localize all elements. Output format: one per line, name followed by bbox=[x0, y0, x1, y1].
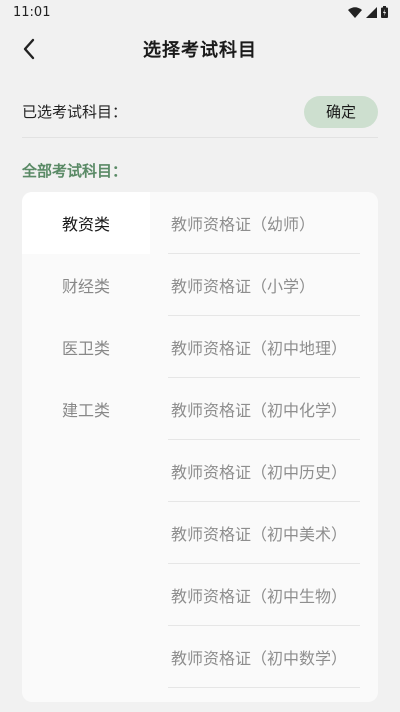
category-item-medical[interactable]: 医卫类 bbox=[22, 316, 150, 378]
selected-subjects-row: 已选考试科目： 确定 bbox=[22, 86, 378, 138]
all-subjects-label: 全部考试科目： bbox=[22, 162, 128, 180]
subject-item[interactable]: 教师资格证（初中生物） bbox=[168, 564, 360, 626]
subject-item[interactable]: 教师资格证（幼师） bbox=[168, 192, 360, 254]
selected-subjects-label: 已选考试科目： bbox=[22, 103, 128, 121]
category-item-finance[interactable]: 财经类 bbox=[22, 254, 150, 316]
subject-item[interactable]: 教师资格证（初中化学） bbox=[168, 378, 360, 440]
status-icons bbox=[348, 6, 388, 18]
subject-item[interactable]: 教师资格证（初中地理） bbox=[168, 316, 360, 378]
back-arrow-icon bbox=[23, 38, 35, 60]
subject-list: 教师资格证（幼师） 教师资格证（小学） 教师资格证（初中地理） 教师资格证（初中… bbox=[168, 192, 360, 688]
subject-item[interactable]: 教师资格证（初中美术） bbox=[168, 502, 360, 564]
category-item-construction[interactable]: 建工类 bbox=[22, 378, 150, 440]
app-bar: 选择考试科目 bbox=[0, 24, 400, 74]
status-time: 11:01 bbox=[13, 4, 51, 20]
wifi-icon bbox=[348, 6, 362, 18]
status-bar: 11:01 bbox=[0, 0, 400, 24]
subject-panel: 教资类 财经类 医卫类 建工类 教师资格证（幼师） 教师资格证（小学） 教师资格… bbox=[22, 192, 378, 702]
category-item-teaching[interactable]: 教资类 bbox=[22, 192, 150, 254]
back-button[interactable] bbox=[14, 34, 44, 64]
subject-item[interactable]: 教师资格证（小学） bbox=[168, 254, 360, 316]
subject-item[interactable]: 教师资格证（初中历史） bbox=[168, 440, 360, 502]
confirm-button[interactable]: 确定 bbox=[304, 95, 378, 128]
subject-item[interactable]: 教师资格证（初中数学） bbox=[168, 626, 360, 688]
category-list: 教资类 财经类 医卫类 建工类 bbox=[22, 192, 150, 440]
battery-icon bbox=[381, 6, 388, 18]
signal-icon bbox=[366, 6, 377, 18]
page-title: 选择考试科目 bbox=[143, 40, 257, 61]
